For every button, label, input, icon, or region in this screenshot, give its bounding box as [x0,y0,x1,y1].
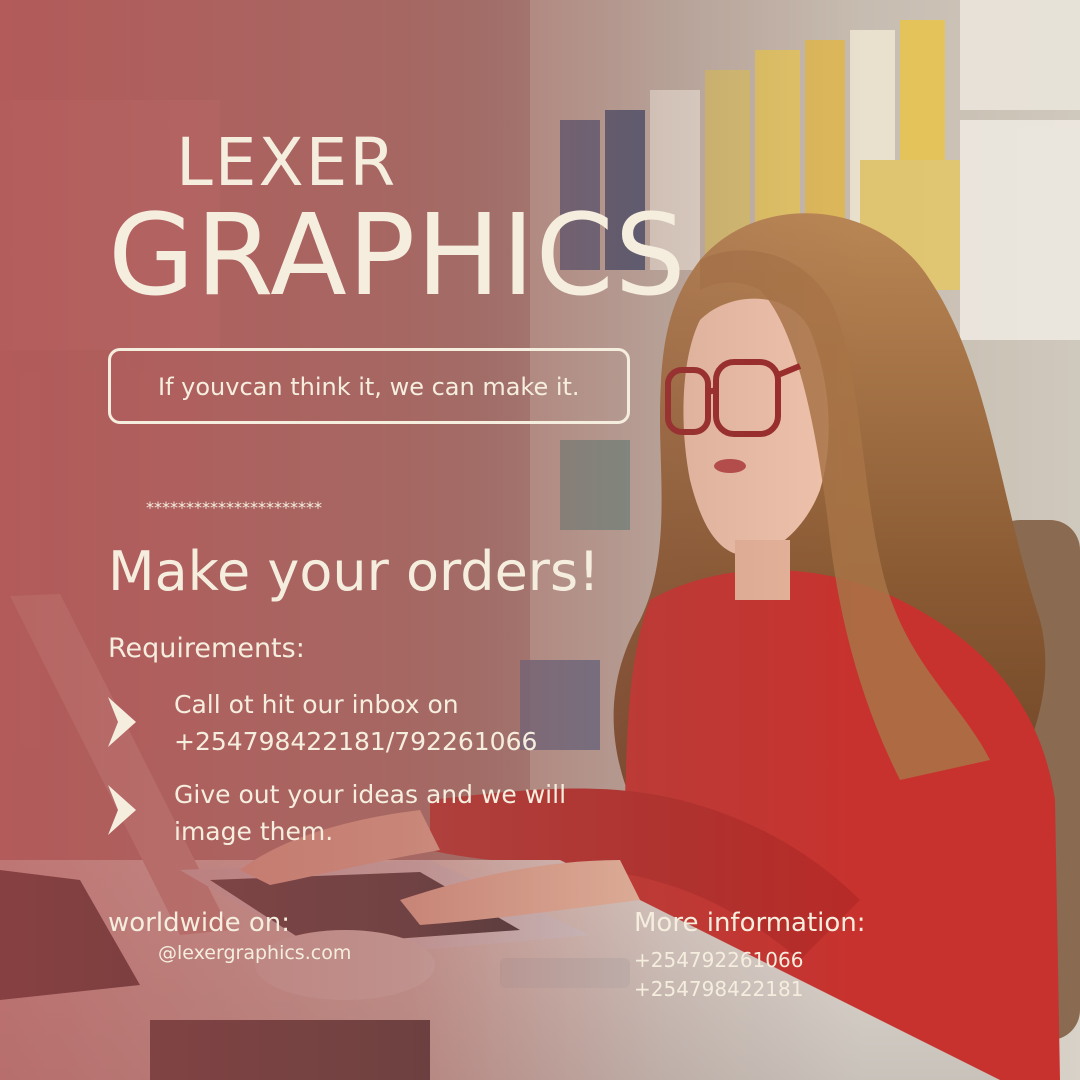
star-divider: ********************** [146,498,322,517]
brand-name-main: GRAPHICS [108,191,687,321]
requirement-item-1-line-2: +254798422181/792261066 [174,727,538,756]
brand-name-top: LEXER [176,124,398,201]
chevron-right-icon [108,785,136,835]
requirement-item-1-line-1: Call ot hit our inbox on [174,690,459,719]
headline: Make your orders! [108,540,600,603]
chevron-right-icon [108,697,136,747]
website-handle[interactable]: @lexergraphics.com [158,942,351,964]
tagline: If youvcan think it, we can make it. [158,373,580,401]
requirement-item-2-line-2: image them. [174,817,334,846]
worldwide-label: worldwide on: [108,908,290,938]
requirement-item-2-line-1: Give out your ideas and we will [174,780,567,809]
requirements-heading: Requirements: [108,633,305,664]
phone-number-2[interactable]: +254798422181 [634,977,803,1001]
phone-number-1[interactable]: +254792261066 [634,948,803,972]
more-info-label: More information: [634,908,866,938]
